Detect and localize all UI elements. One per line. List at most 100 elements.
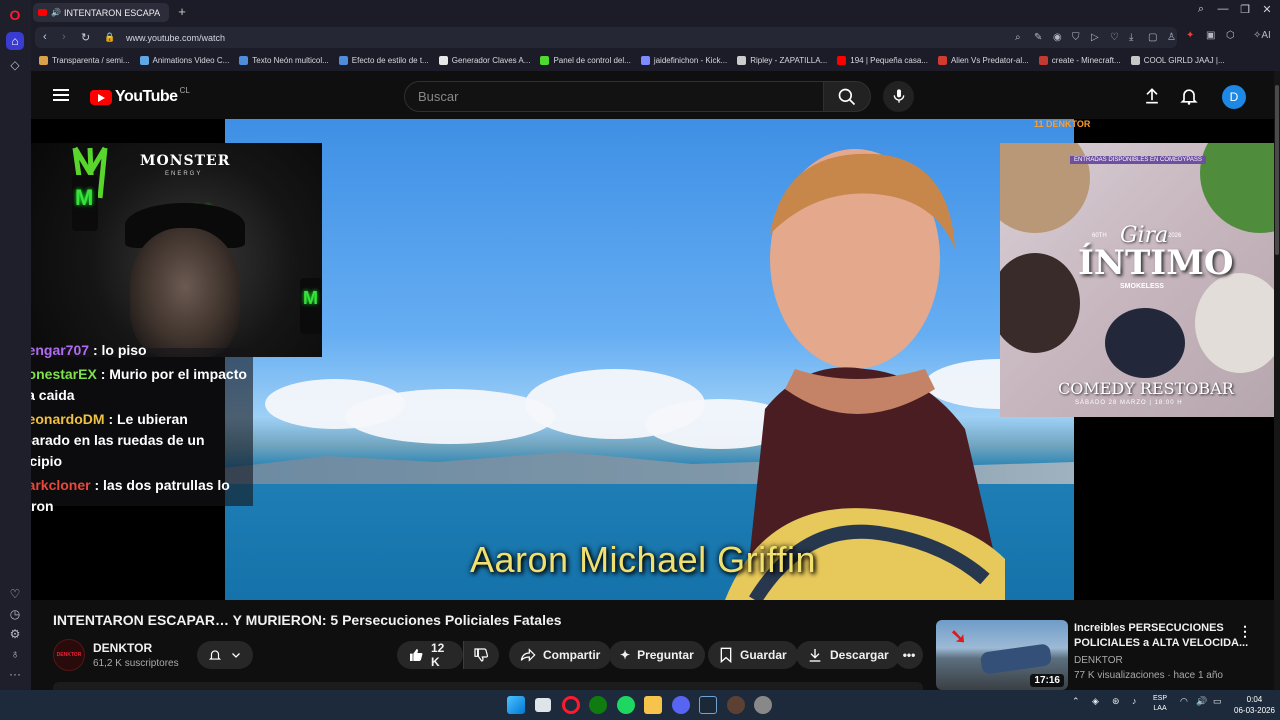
bookmark-item[interactable]: Generador Claves A... [438, 56, 530, 65]
like-button[interactable]: 12 K [397, 641, 463, 669]
battery-icon[interactable]: ▭ [1213, 696, 1222, 707]
volume-icon[interactable]: 🔊 [1196, 696, 1207, 707]
windows-start-icon[interactable] [507, 696, 525, 714]
settings-icon[interactable]: ⚙ [6, 625, 24, 643]
forward-icon[interactable]: › [62, 31, 66, 43]
share-button[interactable]: Compartir [509, 641, 612, 669]
bookmark-item[interactable]: Alien Vs Predator-al... [937, 56, 1029, 65]
notifications-button[interactable] [197, 641, 253, 669]
shield-icon[interactable]: ⛉ [1072, 32, 1080, 43]
extension-icon[interactable]: ✦ [1186, 30, 1194, 41]
camera-icon[interactable]: ◉ [1053, 32, 1062, 43]
play-icon[interactable]: ▷ [1091, 32, 1099, 43]
opera-icon[interactable] [562, 696, 580, 714]
ask-button[interactable]: ✦ Preguntar [609, 641, 705, 669]
menu-icon[interactable] [53, 89, 69, 101]
related-thumbnail[interactable]: ➘ 17:16 [936, 620, 1068, 690]
video-frame[interactable]: Aaron Michael Griffin [225, 119, 1074, 600]
youtube-logo[interactable]: YouTube CL [90, 86, 190, 106]
channel-name[interactable]: DENKTOR [93, 641, 152, 655]
reload-icon[interactable]: ↻ [81, 31, 90, 44]
spotify-icon[interactable] [617, 696, 635, 714]
clock[interactable]: 0:04 06-03-2026 [1234, 694, 1275, 716]
xbox-icon[interactable] [589, 696, 607, 714]
heart-outline-icon[interactable]: ♡ [1110, 32, 1119, 43]
search-box [404, 81, 824, 112]
wifi-icon[interactable]: ◠ [1180, 696, 1188, 707]
more-actions-button[interactable]: ••• [895, 641, 923, 669]
channel-avatar[interactable]: DENKTOR [53, 639, 85, 671]
bookmark-item[interactable]: Texto Neón multicol... [239, 56, 329, 65]
address-bar-row: ‹ › ↻ 🔒 www.youtube.com/watch ⌕ ✎ ◉ ⛉ ▷ … [31, 25, 1280, 50]
discord-icon[interactable] [672, 696, 690, 714]
minimize-button[interactable]: — [1213, 3, 1233, 15]
more-icon[interactable]: ··· [6, 665, 24, 683]
bookmark-item[interactable]: Ripley - ZAPATILLA... [737, 56, 827, 65]
url-box[interactable]: ‹ › ↻ 🔒 www.youtube.com/watch ⌕ ✎ ◉ ⛉ ▷ … [35, 27, 1177, 48]
lock-icon[interactable]: 🔒 [104, 32, 115, 43]
description-box[interactable] [53, 682, 923, 690]
obs-icon[interactable] [727, 696, 745, 714]
ai-icon[interactable]: ✧AI [1253, 30, 1271, 41]
denktor-badge: 11 DENKTOR [1034, 119, 1091, 129]
chat-message: darkcloner : las dos patrullas lo pisaro… [31, 475, 250, 517]
steam-icon[interactable] [699, 696, 717, 714]
tray-steam-icon[interactable]: ⊛ [1112, 696, 1120, 707]
share-label: Compartir [543, 648, 601, 662]
pin-icon[interactable]: ◇ [6, 56, 24, 74]
bookmark-item[interactable]: create - Minecraft... [1038, 56, 1121, 65]
bookmark-item[interactable]: COOL GIRLD JAAJ |... [1130, 56, 1225, 65]
new-tab-button[interactable]: + [174, 4, 190, 20]
language-indicator[interactable]: ESP LAA [1153, 694, 1167, 714]
bookmark-item[interactable]: 194 | Pequeña casa... [837, 56, 928, 65]
download-icon[interactable]: ⤓ [1129, 32, 1133, 43]
cube-icon[interactable]: ⬡ [1226, 30, 1235, 41]
related-title[interactable]: Increibles PERSECUCIONES POLICIALES a AL… [1074, 621, 1249, 651]
voice-search-button[interactable] [883, 81, 914, 112]
bookmark-item[interactable]: Efecto de estilo de t... [338, 56, 429, 65]
zoom-icon[interactable]: ⌕ [1015, 32, 1021, 43]
save-button[interactable]: Guardar [708, 641, 798, 669]
back-icon[interactable]: ‹ [43, 31, 47, 43]
bookmark-label: Panel de control del... [553, 56, 631, 65]
url-text[interactable]: www.youtube.com/watch [126, 33, 225, 43]
bookmark-favicon-icon [1130, 56, 1140, 65]
heart-icon[interactable]: ♡ [6, 585, 24, 603]
app-icon[interactable] [754, 696, 772, 714]
avatar[interactable]: D [1222, 85, 1246, 109]
related-channel[interactable]: DENKTOR [1074, 655, 1123, 666]
search-button[interactable] [823, 81, 871, 112]
bookmark-item[interactable]: Panel de control del... [540, 56, 631, 65]
search-input[interactable] [418, 89, 798, 104]
bookmark-item[interactable]: Animations Video C... [139, 56, 229, 65]
search-tabs-icon[interactable]: ⌕ [1191, 3, 1211, 16]
task-view-icon[interactable] [535, 698, 551, 712]
tray-mic-icon[interactable]: ♪ [1132, 696, 1137, 706]
tab-active[interactable]: 🔊 INTENTARON ESCAPA [33, 3, 169, 22]
video-player[interactable]: Aaron Michael Griffin MONSTER ENERGY M M… [31, 119, 1280, 600]
bookmark-item[interactable]: Transparenta / semi... [39, 56, 130, 65]
edit-icon[interactable]: ✎ [1034, 32, 1042, 43]
upload-icon[interactable] [1142, 86, 1162, 106]
bulb-icon[interactable]: ♁ [6, 645, 24, 663]
page-scrollbar[interactable] [1274, 71, 1280, 690]
bell-icon[interactable] [1179, 86, 1199, 106]
extension-square-icon[interactable]: ▣ [1206, 30, 1215, 41]
bookmark-item[interactable]: jaidefinichon - Kick... [640, 56, 727, 65]
kebab-menu-icon[interactable]: ⋮ [1238, 623, 1252, 640]
speaker-icon[interactable]: 🔊 [51, 8, 61, 17]
maximize-button[interactable]: ❐ [1235, 3, 1255, 16]
file-explorer-icon[interactable] [644, 696, 662, 714]
home-icon[interactable]: ⌂ [6, 32, 24, 50]
dislike-button[interactable] [463, 641, 499, 669]
opera-logo-icon[interactable]: O [6, 6, 24, 24]
history-icon[interactable]: ◷ [6, 605, 24, 623]
bookmark-label: 194 | Pequeña casa... [850, 56, 928, 65]
tray-chevron-icon[interactable]: ⌃ [1072, 696, 1080, 707]
tray-app-icon[interactable]: ◈ [1092, 696, 1099, 707]
download-button[interactable]: Descargar [796, 641, 900, 669]
profile-icon[interactable]: ♙ [1167, 32, 1176, 43]
close-window-button[interactable]: ✕ [1257, 3, 1277, 16]
scrollbar-thumb[interactable] [1275, 85, 1279, 255]
wallet-icon[interactable]: ▢ [1148, 32, 1157, 43]
